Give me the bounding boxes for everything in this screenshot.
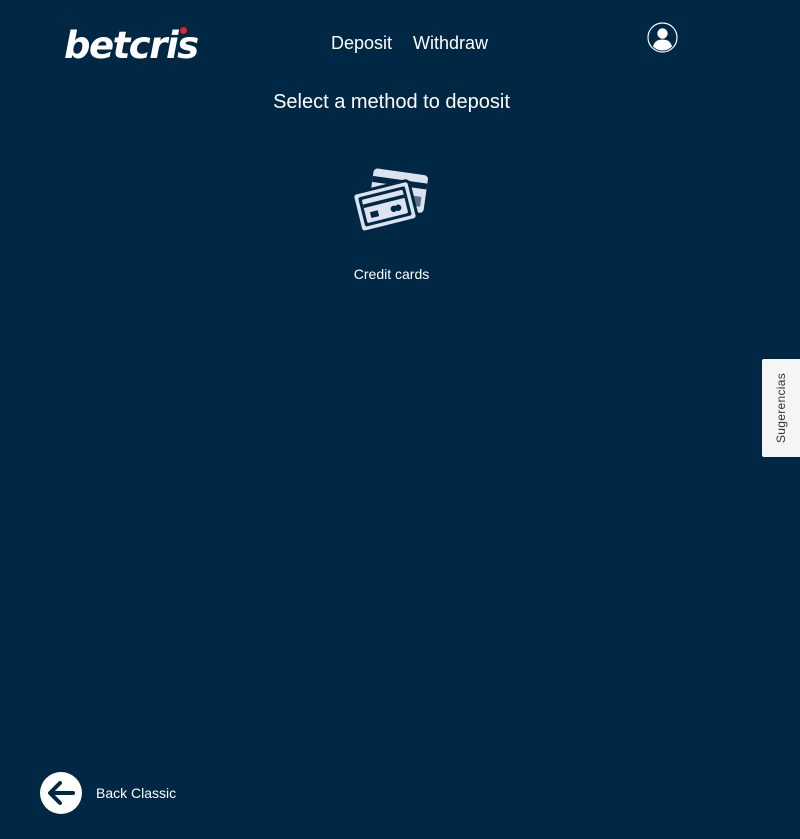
arrow-left-icon [48,781,75,805]
user-circle-icon [647,22,678,53]
method-label: Credit cards [353,266,430,282]
user-account-button[interactable] [647,22,678,53]
main-nav: Deposit Withdraw [331,32,488,54]
nav-withdraw[interactable]: Withdraw [413,32,488,54]
method-credit-cards[interactable]: Credit cards [331,158,452,288]
back-classic-label: Back Classic [96,785,177,801]
betcris-logo[interactable]: betcris [64,24,199,67]
credit-cards-icon [350,168,428,234]
logo-dot [180,27,187,34]
nav-deposit[interactable]: Deposit [331,32,392,54]
back-classic-button[interactable]: Back Classic [40,772,176,814]
feedback-tab[interactable]: Sugerencias [762,359,800,457]
logo-wordmark: betcris [64,24,199,67]
page-title: Select a method to deposit [273,91,510,113]
back-button-circle [40,772,82,814]
feedback-label: Sugerencias [774,372,788,444]
